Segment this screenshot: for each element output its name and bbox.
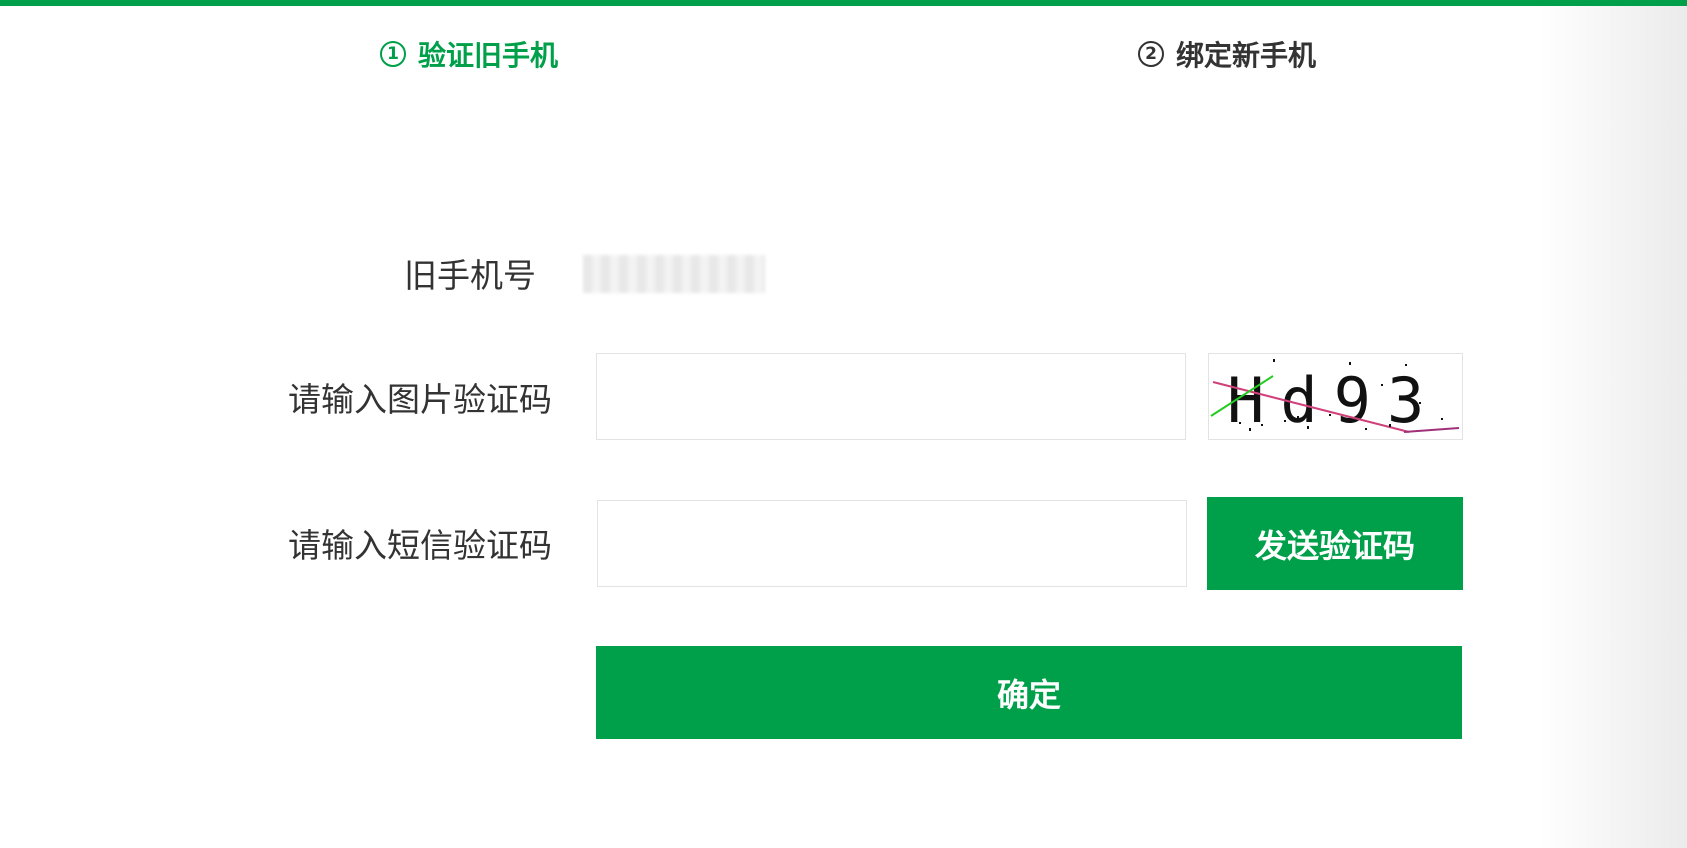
- send-code-button[interactable]: 发送验证码: [1207, 497, 1463, 590]
- step-verify-old-phone: 1 验证旧手机: [380, 34, 558, 74]
- page: 1 验证旧手机 2 绑定新手机 旧手机号 请输入图片验证码 Hd93 请输入短信…: [0, 0, 1687, 848]
- step-label: 验证旧手机: [418, 39, 559, 72]
- step-number-badge: 2: [1138, 41, 1164, 67]
- confirm-button[interactable]: 确定: [596, 646, 1462, 739]
- old-phone-value-masked: [583, 255, 765, 293]
- captcha-image[interactable]: Hd93: [1208, 353, 1463, 440]
- sms-code-input[interactable]: [597, 500, 1187, 587]
- right-edge-shadow: [1537, 6, 1687, 848]
- old-phone-label: 旧手机号: [404, 256, 536, 295]
- step-label: 绑定新手机: [1176, 39, 1317, 72]
- top-accent-bar: [0, 0, 1687, 6]
- captcha-text: Hd93: [1227, 364, 1440, 437]
- image-code-label: 请输入图片验证码: [288, 380, 552, 419]
- sms-code-label: 请输入短信验证码: [288, 526, 552, 565]
- image-code-input[interactable]: [596, 353, 1186, 440]
- step-number-badge: 1: [380, 41, 406, 67]
- step-bind-new-phone: 2 绑定新手机: [1138, 34, 1316, 74]
